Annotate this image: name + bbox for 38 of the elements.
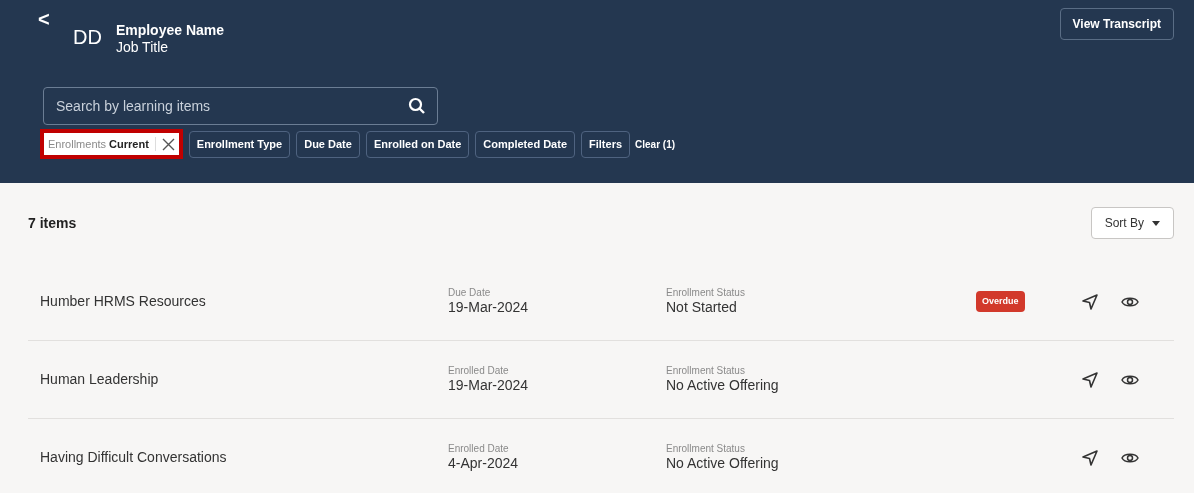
send-icon[interactable] — [1081, 448, 1099, 467]
date-label: Due Date — [448, 286, 492, 299]
send-icon[interactable] — [1081, 370, 1099, 389]
avatar-initials: DD — [73, 25, 102, 50]
caret-icon — [1152, 220, 1160, 226]
filter-button[interactable]: Completed Date — [475, 130, 576, 158]
course-title[interactable]: Having Difficult Conversations — [28, 447, 448, 468]
course-title[interactable]: Humber HRMS Resources — [28, 291, 448, 312]
sort-by-dropdown[interactable]: Sort By — [1090, 207, 1174, 239]
status-label: Enrollment Status — [666, 364, 746, 377]
back-button[interactable]: < — [38, 4, 58, 34]
filter-button[interactable]: Enrolled on Date — [365, 130, 470, 158]
status-label: Enrollment Status — [666, 286, 746, 299]
clear-filters-link[interactable]: Clear (1) — [635, 136, 676, 152]
date-label: Enrolled Date — [448, 364, 510, 377]
course-title[interactable]: Human Leadership — [28, 369, 448, 390]
date-value: 4-Apr-2024 — [448, 455, 520, 473]
filter-button[interactable]: Enrollment Type — [188, 130, 291, 158]
filter-button[interactable]: Filters — [581, 130, 631, 158]
applied-filter-chip[interactable]: Enrollments Current — [40, 129, 183, 159]
filter-button[interactable]: Due Date — [296, 130, 360, 158]
search-icon[interactable] — [408, 97, 426, 115]
date-value: 19-Mar-2024 — [448, 299, 530, 317]
overdue-badge: Overdue — [976, 290, 1025, 313]
job-title: Job Title — [115, 39, 170, 56]
status-label: Enrollment Status — [666, 442, 746, 455]
view-transcript-button[interactable]: View Transcript — [1059, 8, 1174, 40]
send-icon[interactable] — [1081, 292, 1099, 311]
status-value: Not Started — [666, 299, 738, 317]
filter-text: Enrollments Current — [48, 136, 149, 152]
search-field[interactable]: Search by learning items — [43, 87, 438, 125]
close-icon[interactable] — [161, 137, 175, 151]
status-value: No Active Offering — [666, 377, 780, 395]
status-value: No Active Offering — [666, 455, 780, 473]
date-value: 19-Mar-2024 — [448, 377, 530, 395]
item-count: 7 items — [28, 213, 77, 233]
employee-name: Employee Name — [115, 22, 225, 39]
date-label: Enrolled Date — [448, 442, 510, 455]
